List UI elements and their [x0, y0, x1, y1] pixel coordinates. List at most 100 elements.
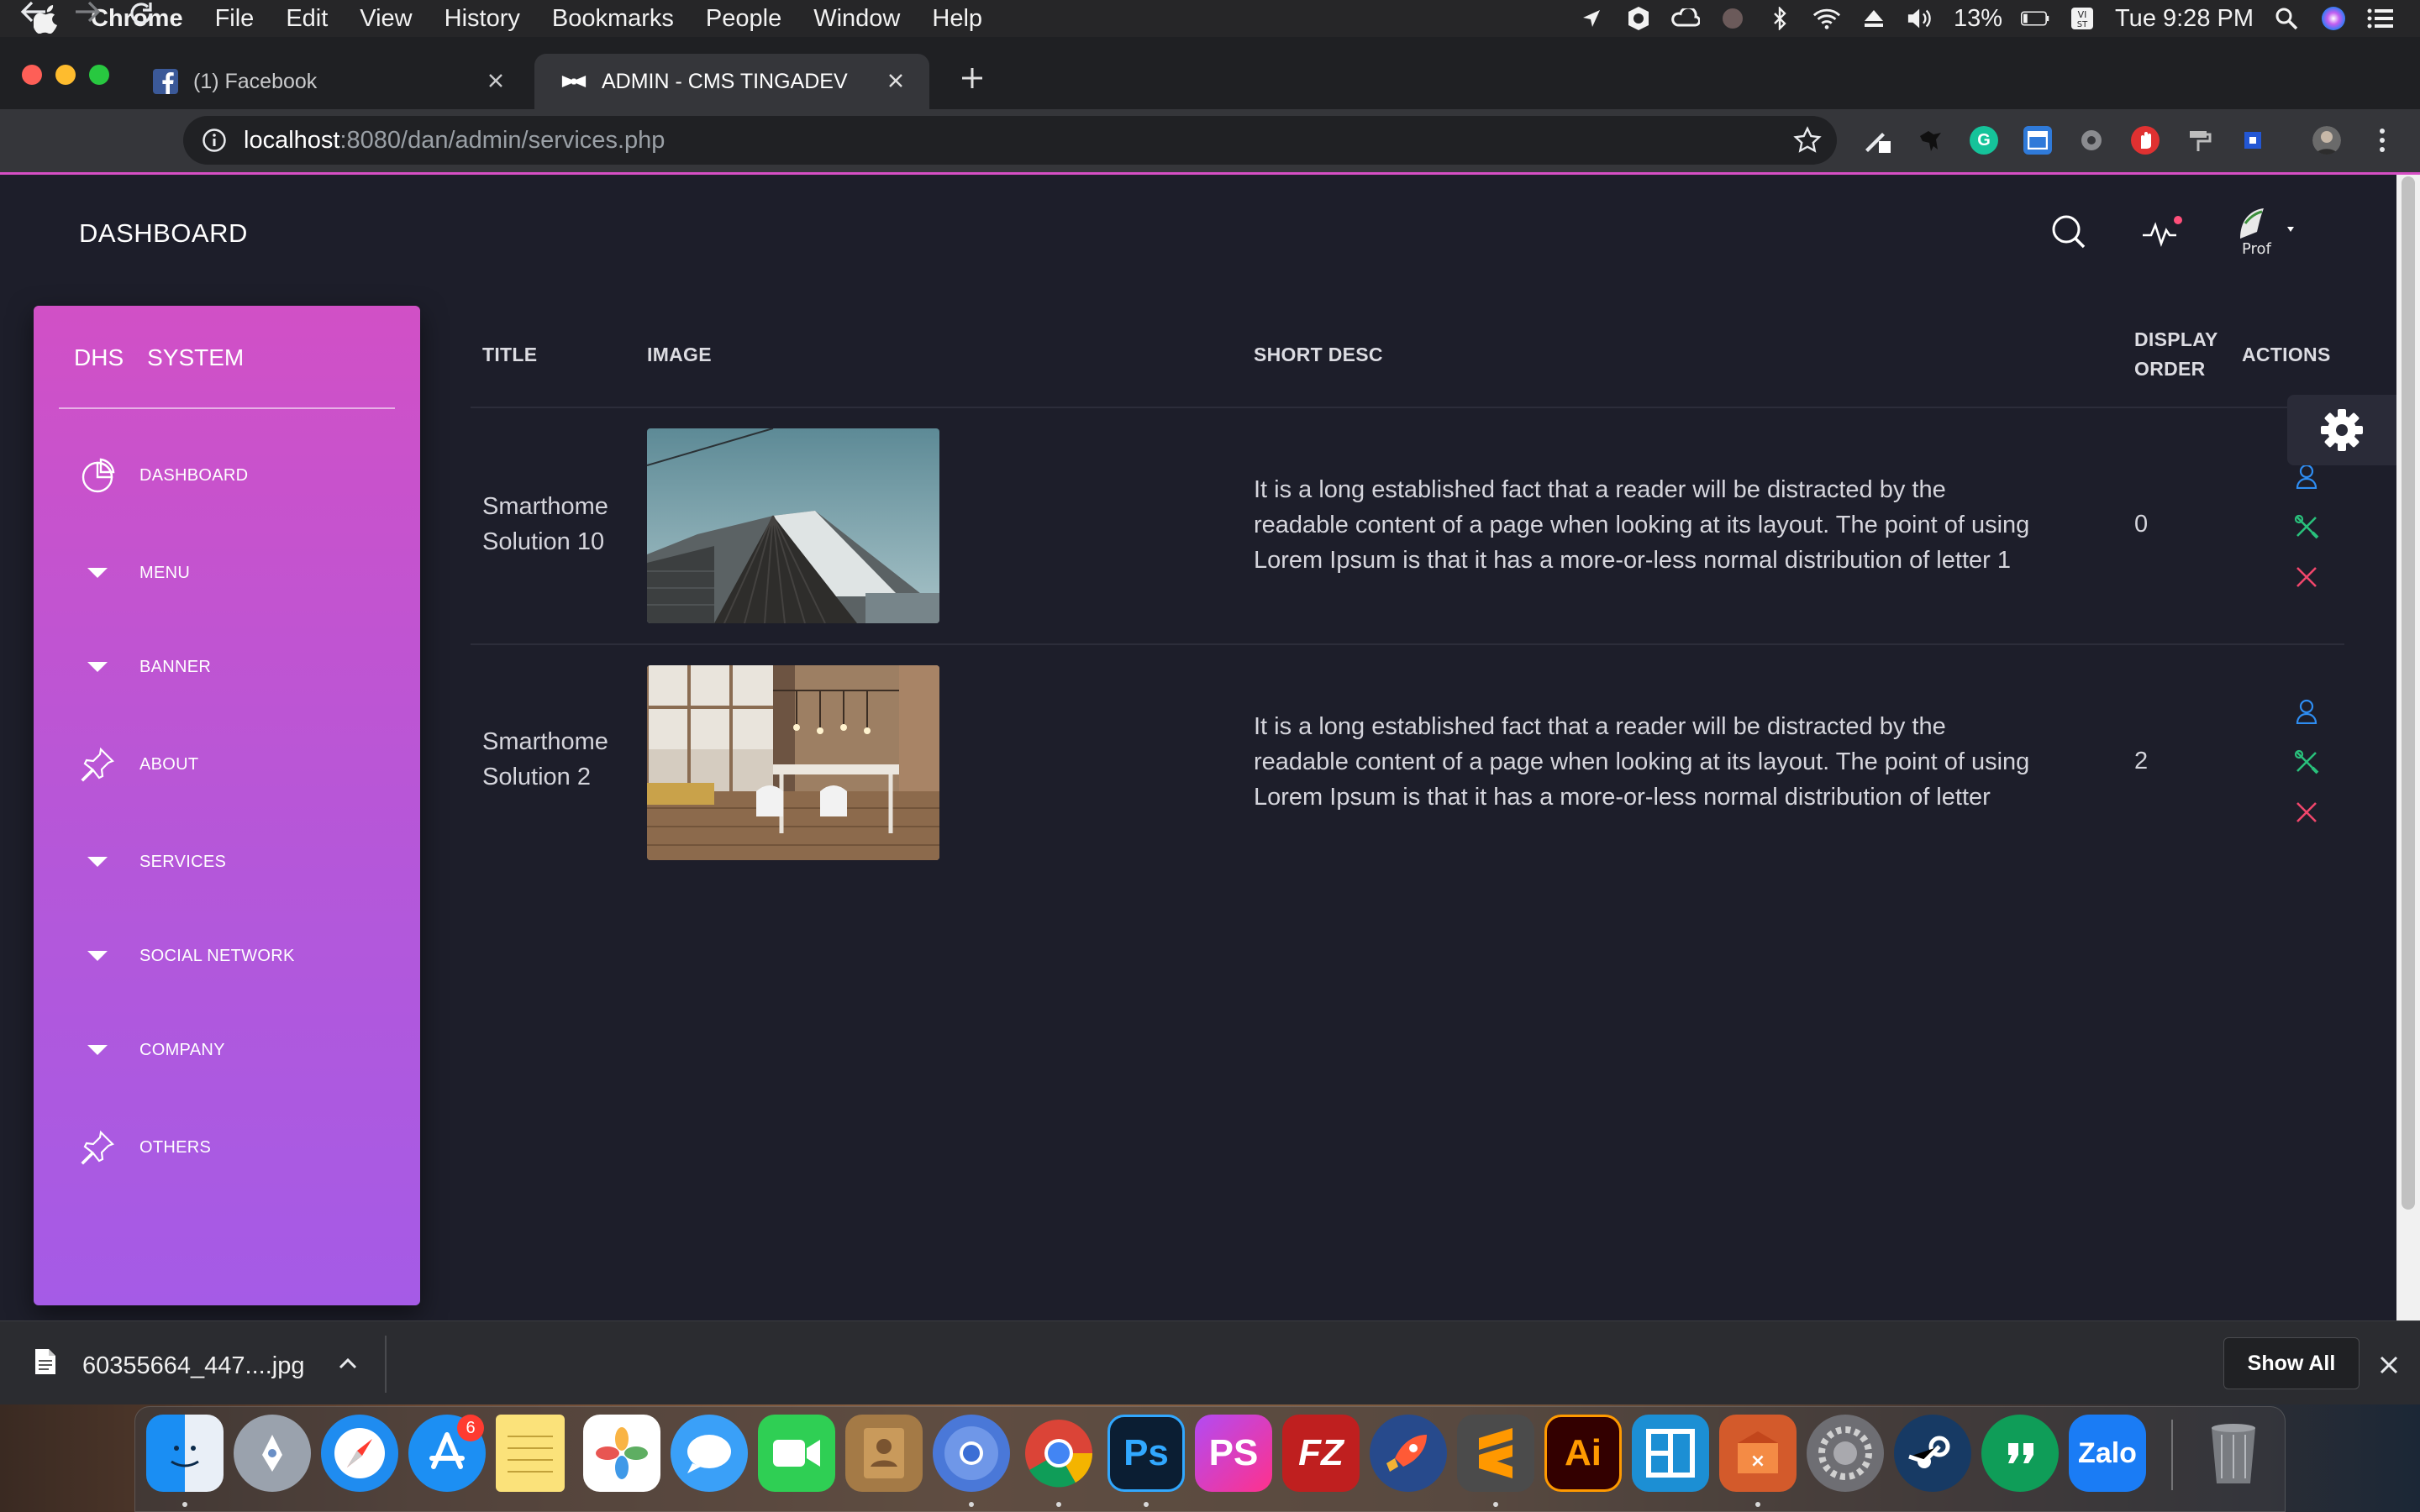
vietnamese-input-icon[interactable]: VI ST [2068, 6, 2096, 31]
sidebar-item-menu[interactable]: MENU [77, 553, 190, 593]
search-icon[interactable] [2047, 210, 2091, 254]
activity-pulse-icon[interactable] [2141, 210, 2185, 254]
extension-bird-icon[interactable] [1916, 126, 1944, 155]
user-icon[interactable] [2292, 462, 2321, 491]
chrome-menu-icon[interactable] [2368, 126, 2396, 155]
sidebar-brand[interactable]: DHS SYSTEM [74, 344, 267, 371]
reload-button[interactable] [128, 0, 155, 31]
siri-icon[interactable] [2319, 6, 2348, 31]
dock-chromium-icon[interactable] [933, 1415, 1010, 1492]
show-all-downloads-button[interactable]: Show All [2223, 1337, 2360, 1389]
url-host: localhost [244, 126, 340, 154]
extension-pen-icon[interactable] [1862, 126, 1891, 155]
dock-xampp-icon[interactable]: ⨯ [1719, 1415, 1797, 1492]
chrome-profile-avatar[interactable] [2312, 126, 2341, 155]
settings-gear-button[interactable] [2287, 395, 2396, 465]
sidebar-item-banner[interactable]: BANNER [77, 647, 211, 687]
window-minimize-button[interactable] [55, 65, 76, 85]
info-icon[interactable] [202, 128, 227, 153]
dock-steam-icon[interactable] [1894, 1415, 1971, 1492]
delete-icon[interactable] [2292, 798, 2321, 827]
tab-facebook[interactable]: (1) Facebook [126, 54, 529, 109]
eject-icon[interactable] [1860, 6, 1888, 31]
file-icon[interactable] [34, 1347, 57, 1376]
delete-icon[interactable] [2292, 563, 2321, 591]
dock-messages-icon[interactable] [671, 1415, 748, 1492]
window-close-button[interactable] [22, 65, 42, 85]
profile-avatar-dropdown[interactable]: Prof [2233, 205, 2301, 255]
close-icon[interactable] [2375, 1351, 2403, 1379]
sidebar-item-about[interactable]: ABOUT [77, 744, 198, 785]
menu-help[interactable]: Help [932, 5, 982, 33]
row-image-house[interactable] [647, 428, 939, 623]
dock-chrome-icon[interactable] [1020, 1415, 1097, 1492]
chevron-up-icon[interactable] [336, 1352, 360, 1376]
menu-bookmarks[interactable]: Bookmarks [552, 5, 674, 33]
sidebar-item-others[interactable]: OTHERS [77, 1127, 211, 1168]
dock-trash-icon[interactable] [2195, 1415, 2272, 1492]
tab-admin-cms[interactable]: ADMIN - CMS TINGADEV [534, 54, 929, 109]
dock-filezilla-icon[interactable]: FZ [1282, 1415, 1360, 1492]
address-bar[interactable]: localhost:8080/dan/admin/services.php [183, 116, 1837, 165]
extension-hand-icon[interactable] [2131, 126, 2160, 155]
dock-contacts-icon[interactable] [845, 1415, 923, 1492]
dock-hangouts-icon[interactable] [1981, 1415, 2059, 1492]
sidebar-item-services[interactable]: SERVICES [77, 842, 226, 882]
dock-illustrator-icon[interactable]: Ai [1544, 1415, 1622, 1492]
bookmark-star-icon[interactable] [1793, 126, 1822, 155]
menu-people[interactable]: People [706, 5, 781, 33]
dock-sublime-text-icon[interactable] [1457, 1415, 1534, 1492]
menu-file[interactable]: File [215, 5, 255, 33]
window-zoom-button[interactable] [89, 65, 109, 85]
menu-history[interactable]: History [445, 5, 520, 33]
menu-edit[interactable]: Edit [286, 5, 328, 33]
volume-icon[interactable] [1907, 6, 1935, 31]
dock-photos-icon[interactable] [583, 1415, 660, 1492]
menu-window[interactable]: Window [813, 5, 900, 33]
dock-safari-icon[interactable] [321, 1415, 398, 1492]
notification-center-icon[interactable] [2366, 6, 2395, 31]
dock-finder-icon[interactable] [146, 1415, 224, 1492]
location-arrow-icon[interactable] [1577, 6, 1606, 31]
spotlight-search-icon[interactable] [2272, 6, 2301, 31]
edit-tools-icon[interactable] [2292, 748, 2321, 776]
dock-rocket-icon[interactable] [1370, 1415, 1447, 1492]
dock-screens-icon[interactable] [1632, 1415, 1709, 1492]
creative-cloud-icon[interactable] [1671, 6, 1700, 31]
grammarly-icon[interactable]: G [1970, 126, 1998, 155]
extension-paint-roller-icon[interactable] [2185, 126, 2213, 155]
page-scrollbar[interactable] [2396, 175, 2420, 1320]
back-button[interactable] [20, 0, 47, 28]
close-icon[interactable] [884, 69, 908, 92]
dock-notes-icon[interactable] [496, 1415, 565, 1492]
user-icon[interactable] [2292, 697, 2321, 726]
status-dot-icon[interactable] [1718, 6, 1747, 31]
extension-square-icon[interactable] [2238, 126, 2267, 155]
edit-tools-icon[interactable] [2292, 512, 2321, 541]
extension-eye-icon[interactable] [2077, 126, 2106, 155]
scrollbar-thumb[interactable] [2402, 176, 2415, 1210]
wifi-icon[interactable] [1812, 6, 1841, 31]
menu-view[interactable]: View [360, 5, 412, 33]
dock-facetime-icon[interactable] [758, 1415, 835, 1492]
extension-window-icon[interactable] [2023, 126, 2052, 155]
battery-icon[interactable] [2021, 6, 2049, 31]
dock-phpstorm-icon[interactable]: PS [1195, 1415, 1272, 1492]
dock-system-preferences-icon[interactable] [1807, 1415, 1884, 1492]
new-tab-button[interactable] [958, 64, 986, 92]
sidebar-item-dashboard[interactable]: DASHBOARD [77, 455, 248, 496]
close-icon[interactable] [484, 69, 508, 92]
sidebar-item-company[interactable]: COMPANY [77, 1030, 225, 1070]
menubar-clock[interactable]: Tue 9:28 PM [2115, 5, 2254, 33]
row-image-dining-room[interactable] [647, 665, 939, 860]
download-file-name[interactable]: 60355664_447....jpg [82, 1352, 304, 1380]
page-header-title[interactable]: DASHBOARD [79, 218, 248, 249]
sidebar-item-social-network[interactable]: SOCIAL NETWORK [77, 936, 295, 976]
shield-app-icon[interactable] [1624, 6, 1653, 31]
dock-photoshop-icon[interactable]: Ps [1107, 1415, 1185, 1492]
column-header-title: TITLE [482, 344, 538, 365]
bluetooth-icon[interactable] [1765, 6, 1794, 31]
dock-zalo-icon[interactable]: Zalo [2069, 1415, 2146, 1492]
forward-button[interactable] [74, 0, 101, 28]
dock-launchpad-icon[interactable] [234, 1415, 311, 1492]
